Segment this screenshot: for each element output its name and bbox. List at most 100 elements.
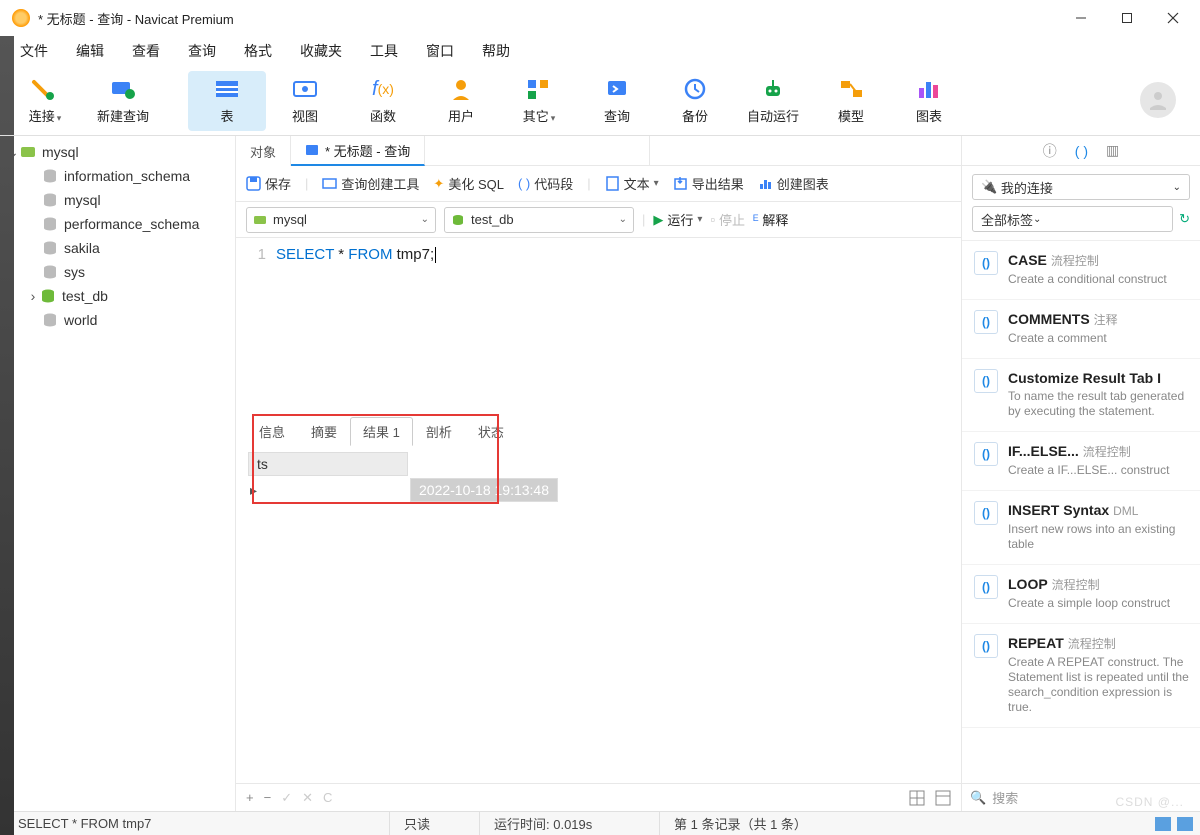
snippet-case[interactable]: ()CASE流程控制Create a conditional construct bbox=[962, 241, 1200, 300]
result-grid[interactable]: ts ▸2022-10-18 19:13:48 bbox=[246, 450, 560, 504]
columns-icon[interactable]: ▥ bbox=[1106, 142, 1119, 159]
sql-code: SELECT * FROM tmp7; bbox=[276, 246, 951, 410]
snippet-comments[interactable]: ()COMMENTS注释Create a comment bbox=[962, 300, 1200, 359]
connection-select[interactable]: 🔌 我的连接⌄ bbox=[972, 174, 1190, 200]
minimize-button[interactable] bbox=[1058, 2, 1104, 34]
right-panel: ⓘ ( ) ▥ 🔌 我的连接⌄ 全部标签⌄ ↻ ()CASE流程控制Create… bbox=[962, 136, 1200, 811]
snippet-icon: () bbox=[974, 634, 998, 658]
tb-function[interactable]: f(x)函数 bbox=[344, 71, 422, 131]
snippet-customize-result[interactable]: ()Customize Result Tab ITo name the resu… bbox=[962, 359, 1200, 432]
cancel-button[interactable]: ✕ bbox=[302, 790, 313, 806]
tab-objects[interactable]: 对象 bbox=[236, 136, 291, 166]
mysql-icon bbox=[253, 213, 267, 227]
tree-connection[interactable]: ⌄ mysql bbox=[0, 140, 235, 164]
result-tab-result1[interactable]: 结果 1 bbox=[350, 417, 413, 446]
export-button[interactable]: 导出结果 bbox=[673, 174, 744, 193]
run-button[interactable]: ▶运行▾ bbox=[653, 210, 702, 229]
apply-button[interactable]: ✓ bbox=[281, 790, 292, 806]
beautify-button[interactable]: ✦美化 SQL bbox=[433, 174, 504, 193]
snippet-loop[interactable]: ()LOOP流程控制Create a simple loop construct bbox=[962, 565, 1200, 624]
add-row-button[interactable]: + bbox=[246, 790, 254, 805]
create-chart-button[interactable]: 创建图表 bbox=[758, 174, 829, 193]
query-builder-button[interactable]: 查询创建工具 bbox=[322, 174, 419, 193]
explain-button[interactable]: ᴱ解释 bbox=[753, 210, 788, 229]
brackets-icon[interactable]: ( ) bbox=[1075, 143, 1088, 159]
query-icon bbox=[305, 143, 319, 157]
tb-query[interactable]: 查询 bbox=[578, 71, 656, 131]
menu-favorites[interactable]: 收藏夹 bbox=[286, 37, 356, 65]
close-button[interactable] bbox=[1150, 2, 1196, 34]
tree-db-performance-schema[interactable]: performance_schema bbox=[0, 212, 235, 236]
tree-db-sys[interactable]: sys bbox=[0, 260, 235, 284]
tree-db-world[interactable]: world bbox=[0, 308, 235, 332]
menu-file[interactable]: 文件 bbox=[6, 37, 62, 65]
tb-backup[interactable]: 备份 bbox=[656, 71, 734, 131]
snippet-insert[interactable]: ()INSERT SyntaxDMLInsert new rows into a… bbox=[962, 491, 1200, 565]
tb-chart[interactable]: 图表 bbox=[890, 71, 968, 131]
user-avatar[interactable] bbox=[1140, 82, 1176, 118]
menubar: 文件 编辑 查看 查询 格式 收藏夹 工具 窗口 帮助 bbox=[0, 36, 1200, 66]
col-header-ts[interactable]: ts bbox=[248, 452, 408, 476]
menu-view[interactable]: 查看 bbox=[118, 37, 174, 65]
tree-db-mysql[interactable]: mysql bbox=[0, 188, 235, 212]
save-button[interactable]: 保存 bbox=[246, 174, 291, 193]
detail-icon[interactable] bbox=[1176, 816, 1194, 832]
result-tab-summary[interactable]: 摘要 bbox=[298, 417, 350, 446]
database-icon bbox=[42, 216, 58, 232]
sql-editor[interactable]: 1 SELECT * FROM tmp7; bbox=[236, 238, 961, 418]
info-icon[interactable]: ⓘ bbox=[1043, 141, 1057, 161]
tb-user[interactable]: 用户 bbox=[422, 71, 500, 131]
database-icon bbox=[42, 168, 58, 184]
maximize-button[interactable] bbox=[1104, 2, 1150, 34]
status-query: SELECT * FROM tmp7 bbox=[0, 812, 390, 835]
menu-help[interactable]: 帮助 bbox=[468, 37, 524, 65]
drop-row: mysql⌄ test_db⌄ | ▶运行▾ ▫停止 ᴱ解释 bbox=[236, 202, 961, 238]
tb-autorun[interactable]: 自动运行 bbox=[734, 71, 812, 131]
snippet-list: ()CASE流程控制Create a conditional construct… bbox=[962, 240, 1200, 783]
menu-window[interactable]: 窗口 bbox=[412, 37, 468, 65]
tree-db-test-db[interactable]: ›test_db bbox=[0, 284, 235, 308]
tree-db-sakila[interactable]: sakila bbox=[0, 236, 235, 260]
brackets-icon: ( ) bbox=[518, 176, 530, 191]
menu-tools[interactable]: 工具 bbox=[356, 37, 412, 65]
snippets-button[interactable]: ( )代码段 bbox=[518, 174, 573, 193]
app-icon bbox=[12, 9, 30, 27]
tb-model[interactable]: 模型 bbox=[812, 71, 890, 131]
grid-view-icon[interactable] bbox=[909, 790, 925, 806]
database-dropdown[interactable]: test_db⌄ bbox=[444, 207, 634, 233]
connection-dropdown[interactable]: mysql⌄ bbox=[246, 207, 436, 233]
menu-edit[interactable]: 编辑 bbox=[62, 37, 118, 65]
menu-format[interactable]: 格式 bbox=[230, 37, 286, 65]
tabs: 对象 * 无标题 - 查询 bbox=[236, 136, 961, 166]
snippet-repeat[interactable]: ()REPEAT流程控制Create A REPEAT construct. T… bbox=[962, 624, 1200, 728]
sparkle-icon: ✦ bbox=[433, 176, 444, 192]
tb-table[interactable]: 表 bbox=[188, 71, 266, 131]
form-view-icon[interactable] bbox=[935, 790, 951, 806]
delete-row-button[interactable]: − bbox=[264, 790, 272, 805]
chevron-down-icon: ⌄ bbox=[421, 214, 429, 225]
tb-new-query[interactable]: 新建查询 bbox=[84, 71, 162, 131]
tb-connection[interactable]: 连接▾ bbox=[6, 71, 84, 131]
menu-query[interactable]: 查询 bbox=[174, 37, 230, 65]
stop-icon: ▫ bbox=[710, 212, 715, 227]
window-title: * 无标题 - 查询 - Navicat Premium bbox=[38, 9, 1058, 28]
row-marker: ▸ bbox=[248, 478, 408, 502]
result-tab-status[interactable]: 状态 bbox=[465, 417, 517, 446]
snippet-icon: () bbox=[974, 575, 998, 599]
save-icon bbox=[246, 176, 261, 191]
tb-view[interactable]: 视图 bbox=[266, 71, 344, 131]
cell-value[interactable]: 2022-10-18 19:13:48 bbox=[410, 478, 558, 502]
grid-icon[interactable] bbox=[1154, 816, 1172, 832]
tab-query[interactable]: * 无标题 - 查询 bbox=[291, 136, 425, 166]
result-tab-profile[interactable]: 剖析 bbox=[413, 417, 465, 446]
tags-select[interactable]: 全部标签⌄ bbox=[972, 206, 1173, 232]
refresh-button[interactable]: C bbox=[323, 790, 332, 805]
explain-icon: ᴱ bbox=[753, 212, 758, 227]
stop-button[interactable]: ▫停止 bbox=[710, 210, 745, 229]
snippet-if-else[interactable]: ()IF...ELSE...流程控制Create a IF...ELSE... … bbox=[962, 432, 1200, 491]
result-tab-info[interactable]: 信息 bbox=[246, 417, 298, 446]
refresh-icon[interactable]: ↻ bbox=[1179, 211, 1190, 227]
text-button[interactable]: 文本▾ bbox=[605, 174, 659, 193]
tree-db-information-schema[interactable]: information_schema bbox=[0, 164, 235, 188]
tb-other[interactable]: 其它▾ bbox=[500, 71, 578, 131]
